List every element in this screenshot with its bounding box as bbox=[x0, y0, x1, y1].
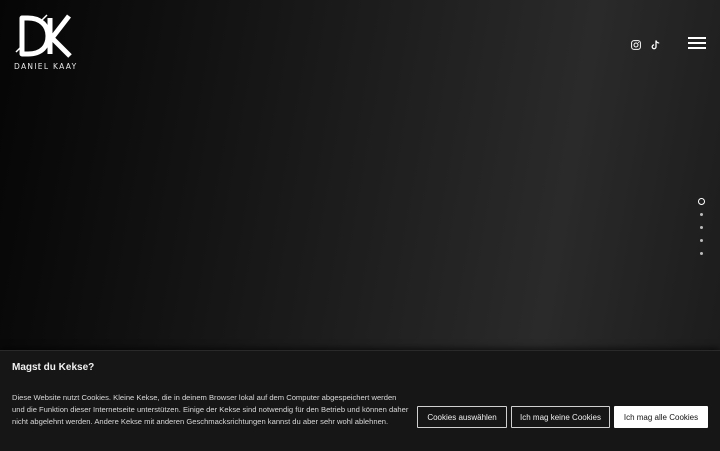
logo[interactable]: DANIEL KAAY bbox=[14, 14, 78, 71]
section-dot-1[interactable] bbox=[696, 195, 706, 208]
accept-all-cookies-button[interactable]: Ich mag alle Cookies bbox=[614, 406, 708, 428]
section-dot-4[interactable] bbox=[696, 234, 706, 247]
logo-text: DANIEL KAAY bbox=[14, 62, 78, 71]
select-cookies-button[interactable]: Cookies auswählen bbox=[417, 406, 507, 428]
section-nav bbox=[696, 195, 706, 260]
logo-mark bbox=[15, 14, 72, 58]
instagram-icon[interactable] bbox=[629, 38, 643, 52]
section-dot-5[interactable] bbox=[696, 247, 706, 260]
reject-cookies-button[interactable]: Ich mag keine Cookies bbox=[511, 406, 610, 428]
hamburger-menu-icon[interactable] bbox=[688, 37, 706, 51]
cookie-banner: Magst du Kekse? Diese Website nutzt Cook… bbox=[0, 350, 720, 451]
section-dot-2[interactable] bbox=[696, 208, 706, 221]
cookie-title: Magst du Kekse? bbox=[12, 362, 95, 373]
tiktok-icon[interactable] bbox=[648, 38, 662, 52]
cookie-text: Diese Website nutzt Cookies. Kleine Keks… bbox=[12, 393, 409, 427]
section-dot-3[interactable] bbox=[696, 221, 706, 234]
